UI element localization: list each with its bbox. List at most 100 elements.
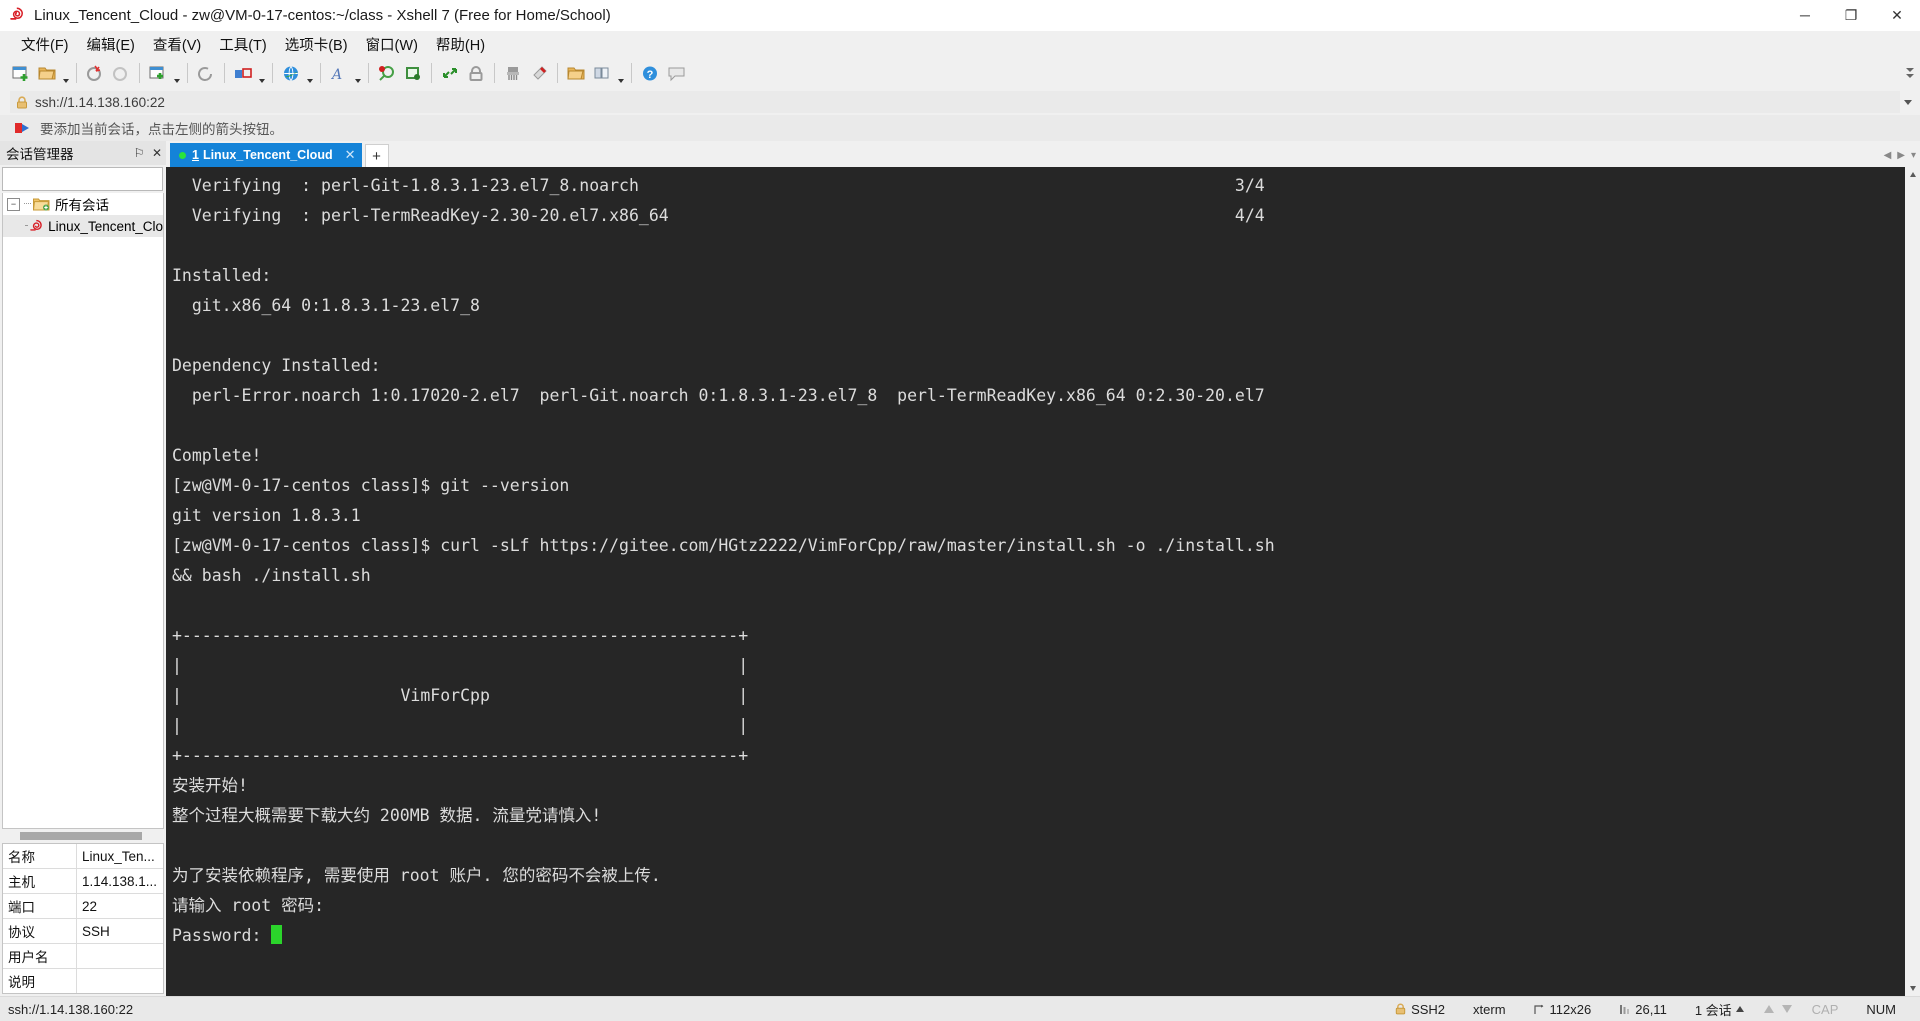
layout-icon[interactable] [589,60,615,86]
refresh-icon[interactable] [193,60,219,86]
toolbar-separator [368,63,369,83]
terminal-pane: 1 Linux_Tencent_Cloud ✕ + ◀ ▶ ▾ Verifyin… [166,141,1920,996]
session-search-input[interactable] [3,169,185,189]
status-cursor-cell: 26,11 [1605,1002,1681,1017]
menu-edit[interactable]: 编辑(E) [78,31,144,58]
toolbar-separator [557,63,558,83]
close-tab-icon[interactable]: ✕ [345,147,356,163]
property-key: 说明 [3,969,77,993]
address-bar: ssh://1.14.138.160:22 [0,89,1920,115]
maximize-button[interactable]: ❐ [1828,0,1874,30]
menu-tabs[interactable]: 选项卡(B) [276,31,357,58]
menu-window[interactable]: 窗口(W) [357,31,427,58]
property-value [77,969,163,993]
menu-file[interactable]: 文件(F) [12,31,78,58]
chevron-up-icon[interactable] [1735,1006,1744,1012]
transfer-indicator [1758,1005,1798,1013]
address-dropdown-icon[interactable] [1900,89,1916,115]
new-tab-button[interactable]: + [364,144,389,167]
tree-item-all-sessions[interactable]: − 所有会话 [3,193,163,215]
font-icon[interactable]: A [326,60,352,86]
lock-icon [16,95,28,109]
clear-icon[interactable] [500,60,526,86]
find-icon[interactable] [374,60,400,86]
close-button[interactable]: ✕ [1874,0,1920,30]
menu-view[interactable]: 查看(V) [144,31,210,58]
property-key: 用户名 [3,944,77,968]
upload-arrow-icon [1763,1005,1774,1013]
help-icon[interactable]: ? [637,60,663,86]
session-tree[interactable]: − 所有会话 Linux_Tencent_Clo [2,193,164,829]
terminal-vscrollbar[interactable] [1905,167,1920,996]
tab-strip: 1 Linux_Tencent_Cloud ✕ + ◀ ▶ ▾ [166,141,1920,167]
tab-label: Linux_Tencent_Cloud [202,148,333,162]
transfer-dropdown-icon[interactable] [256,57,267,90]
highlight-icon[interactable] [526,60,552,86]
new-tab-icon[interactable] [145,60,171,86]
notice-bar: 要添加当前会话，点击左侧的箭头按钮。 [0,115,1920,141]
transfer-icon[interactable] [230,60,256,86]
browser-icon[interactable] [278,60,304,86]
tab-list-icon[interactable]: ▾ [1911,150,1916,161]
status-size: 112x26 [1549,1001,1592,1017]
window-title: Linux_Tencent_Cloud - zw@VM-0-17-centos:… [34,6,611,24]
table-row: 主机 1.14.138.1... [3,869,163,894]
tab-scroll-left-icon[interactable]: ◀ [1884,150,1892,161]
xshell-window: Linux_Tencent_Cloud - zw@VM-0-17-centos:… [0,0,1920,1021]
status-connection: ssh://1.14.138.160:22 [8,1001,134,1017]
status-num-lock: NUM [1866,1001,1896,1017]
menu-help[interactable]: 帮助(H) [427,31,494,58]
terminal-screen[interactable]: Verifying : perl-Git-1.8.3.1-23.el7_8.no… [166,167,1905,996]
pin-icon[interactable]: ⚐ [130,142,148,164]
table-row: 用户名 [3,944,163,969]
log-icon[interactable] [400,60,426,86]
address-input[interactable]: ssh://1.14.138.160:22 [10,91,1900,113]
open-folder-icon[interactable] [34,60,60,86]
layout-dropdown-icon[interactable] [615,57,626,90]
table-row: 端口 22 [3,894,163,919]
lock-toolbar-icon[interactable] [463,60,489,86]
status-terminal-type: xterm [1473,1001,1506,1017]
tab-linux-tencent-cloud[interactable]: 1 Linux_Tencent_Cloud ✕ [170,143,362,167]
tree-item-label: Linux_Tencent_Clo [48,218,163,234]
tab-scroll-right-icon[interactable]: ▶ [1897,150,1905,161]
reconnect-icon[interactable] [108,60,134,86]
expander-icon[interactable]: − [7,197,20,211]
toolbar-separator [631,63,632,83]
fullscreen-icon[interactable] [437,60,463,86]
cursor-position-icon [1619,1004,1630,1015]
session-tree-hscrollbar[interactable] [2,829,164,843]
folder-transfer-icon[interactable] [563,60,589,86]
main-split: 会话管理器 ⚐ ✕ − 所有会话 Linux_Tencent_Clo 名称 Li… [0,141,1920,996]
svg-text:A: A [330,67,342,82]
property-value: SSH [82,923,110,939]
minimize-button[interactable]: ─ [1782,0,1828,30]
font-dropdown-icon[interactable] [352,57,363,90]
scrollbar-track[interactable] [1905,182,1920,981]
property-key: 名称 [3,844,77,868]
tree-item-linux-tencent-cloud[interactable]: Linux_Tencent_Clo [3,215,163,237]
snail-session-icon [29,219,44,233]
session-search[interactable] [2,167,199,191]
session-manager-header: 会话管理器 ⚐ ✕ [0,141,166,165]
session-properties-table: 名称 Linux_Ten... 主机 1.14.138.1... 端口 22 协… [2,843,164,994]
status-protocol-cell: SSH2 [1381,1002,1459,1017]
status-sessions-cell[interactable]: 1 会话 [1681,1000,1758,1019]
new-session-icon[interactable] [8,60,34,86]
toolbar-separator [224,63,225,83]
scrollbar-thumb[interactable] [20,832,142,840]
comment-icon[interactable] [663,60,689,86]
new-tab-dropdown-icon[interactable] [171,57,182,90]
scroll-up-icon[interactable] [1905,167,1920,182]
terminal-wrap: Verifying : perl-Git-1.8.3.1-23.el7_8.no… [166,167,1920,996]
tree-item-label: 所有会话 [55,198,109,213]
open-folder-dropdown-icon[interactable] [60,57,71,90]
property-key: 协议 [3,919,77,943]
menu-tools[interactable]: 工具(T) [210,31,276,58]
browser-dropdown-icon[interactable] [304,57,315,90]
close-panel-icon[interactable]: ✕ [148,142,166,164]
toolbar-overflow-icon[interactable] [1906,68,1920,78]
toolbar-separator [431,63,432,83]
scroll-down-icon[interactable] [1905,981,1920,996]
disconnect-icon[interactable] [82,60,108,86]
